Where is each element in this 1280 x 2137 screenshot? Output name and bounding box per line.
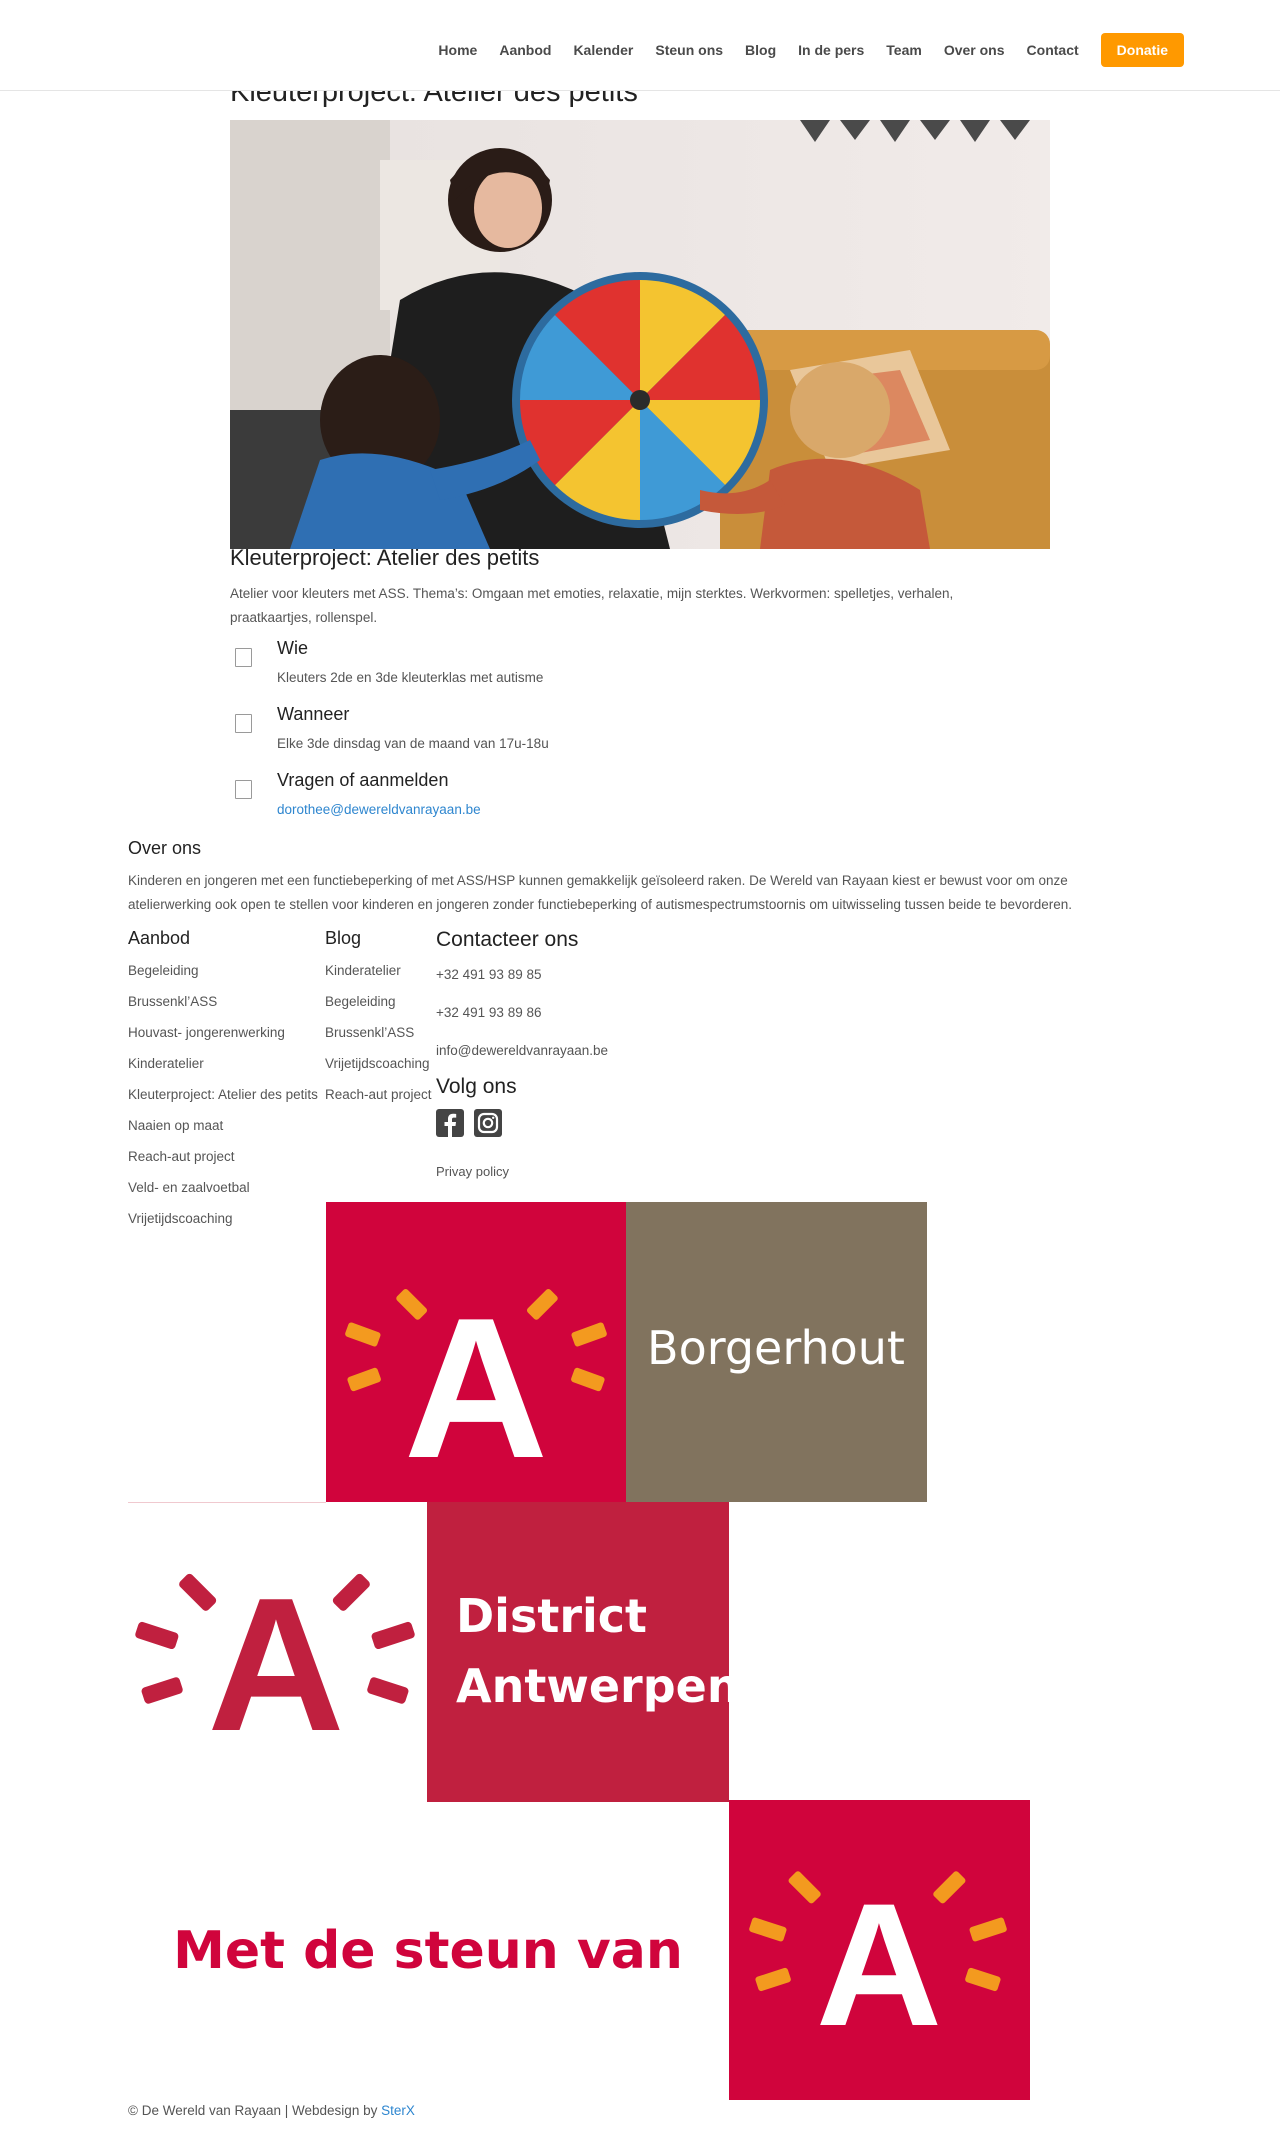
borgerhout-letter: A [404,1277,548,1500]
contact-email[interactable]: info@dewereldvanrayaan.be [436,1043,608,1058]
nav-home[interactable]: Home [438,33,477,67]
intro-text: Atelier voor kleuters met ASS. Thema’s: … [230,586,954,625]
blog-link[interactable]: Kinderatelier [325,961,432,992]
sterx-link[interactable]: SterX [381,2103,415,2118]
site-header: Home Aanbod Kalender Steun ons Blog In d… [0,0,1280,91]
blog-link[interactable]: Brussenkl’ASS [325,1023,432,1054]
district-antwerpen-logo: A District Antwerpen [128,1502,729,1802]
phone-1[interactable]: +32 491 93 89 85 [436,967,541,982]
aanbod-title: Aanbod [128,928,191,948]
steun-letter: A [816,1868,942,2063]
section-title: Kleuterproject: Atelier des petits [230,545,540,570]
aanbod-link[interactable]: Kleuterproject: Atelier des petits [128,1085,318,1116]
aanbod-link[interactable]: Veld- en zaalvoetbal [128,1178,318,1209]
met-de-steun-van-logo: Met de steun van A [128,1800,1030,2100]
borgerhout-text: Borgerhout [647,1321,905,1375]
info-when-value: Elke 3de dinsdag van de maand van 17u-18… [277,736,549,751]
nav-aanbod[interactable]: Aanbod [499,33,551,67]
contact-title: Contacteer ons [436,928,579,951]
social-links [436,1109,512,1137]
borgerhout-logo: A Borgerhout [326,1202,927,1502]
blog-link[interactable]: Begeleiding [325,992,432,1023]
about-title: Over ons [128,838,202,858]
follow-title: Volg ons [436,1075,517,1098]
checkbox-icon [235,714,252,733]
info-who-label: Wie [277,638,308,658]
district-line-2: Antwerpen [456,1659,729,1713]
nav-contact[interactable]: Contact [1027,33,1079,67]
info-apply-label: Vragen of aanmelden [277,770,449,790]
nav-kalender[interactable]: Kalender [573,33,633,67]
blog-link[interactable]: Vrijetijdscoaching [325,1054,432,1085]
aanbod-link[interactable]: Naaien op maat [128,1116,318,1147]
info-who-value: Kleuters 2de en 3de kleuterklas met auti… [277,670,544,685]
aanbod-link[interactable]: Brussenkl’ASS [128,992,318,1023]
checkbox-icon [235,648,252,667]
donate-button[interactable]: Donatie [1100,33,1184,67]
copyright-text: © De Wereld van Rayaan | Webdesign by [128,2103,382,2118]
copyright: © De Wereld van Rayaan | Webdesign by St… [128,2103,415,2118]
district-line-1: District [456,1589,647,1643]
info-when-label: Wanneer [277,704,350,724]
facebook-icon[interactable] [436,1109,464,1137]
blog-link[interactable]: Reach-aut project [325,1085,432,1116]
blog-list: Kinderatelier Begeleiding Brussenkl’ASS … [325,961,432,1116]
nav-over-ons[interactable]: Over ons [944,33,1005,67]
steun-text: Met de steun van [173,1921,683,1981]
nav-team[interactable]: Team [886,33,922,67]
instagram-icon[interactable] [474,1109,502,1137]
nav-in-de-pers[interactable]: In de pers [798,33,864,67]
about-text: Kinderen en jongeren met een functiebepe… [128,873,1073,912]
district-letter: A [207,1559,344,1771]
apply-email-link[interactable]: dorothee@dewereldvanrayaan.be [277,802,481,817]
hero-photo [230,120,1050,549]
checkbox-icon [235,780,252,799]
nav-steun-ons[interactable]: Steun ons [655,33,723,67]
privacy-link[interactable]: Privay policy [436,1164,509,1179]
aanbod-link[interactable]: Reach-aut project [128,1147,318,1178]
main-nav: Home Aanbod Kalender Steun ons Blog In d… [416,33,1184,67]
phone-2[interactable]: +32 491 93 89 86 [436,1005,541,1020]
blog-title: Blog [325,928,362,948]
aanbod-link[interactable]: Vrijetijdscoaching [128,1209,318,1240]
aanbod-link[interactable]: Begeleiding [128,961,318,992]
aanbod-list: Begeleiding Brussenkl’ASS Houvast- jonge… [128,961,318,1240]
nav-blog[interactable]: Blog [745,33,776,67]
aanbod-link[interactable]: Kinderatelier [128,1054,318,1085]
aanbod-link[interactable]: Houvast- jongerenwerking [128,1023,318,1054]
